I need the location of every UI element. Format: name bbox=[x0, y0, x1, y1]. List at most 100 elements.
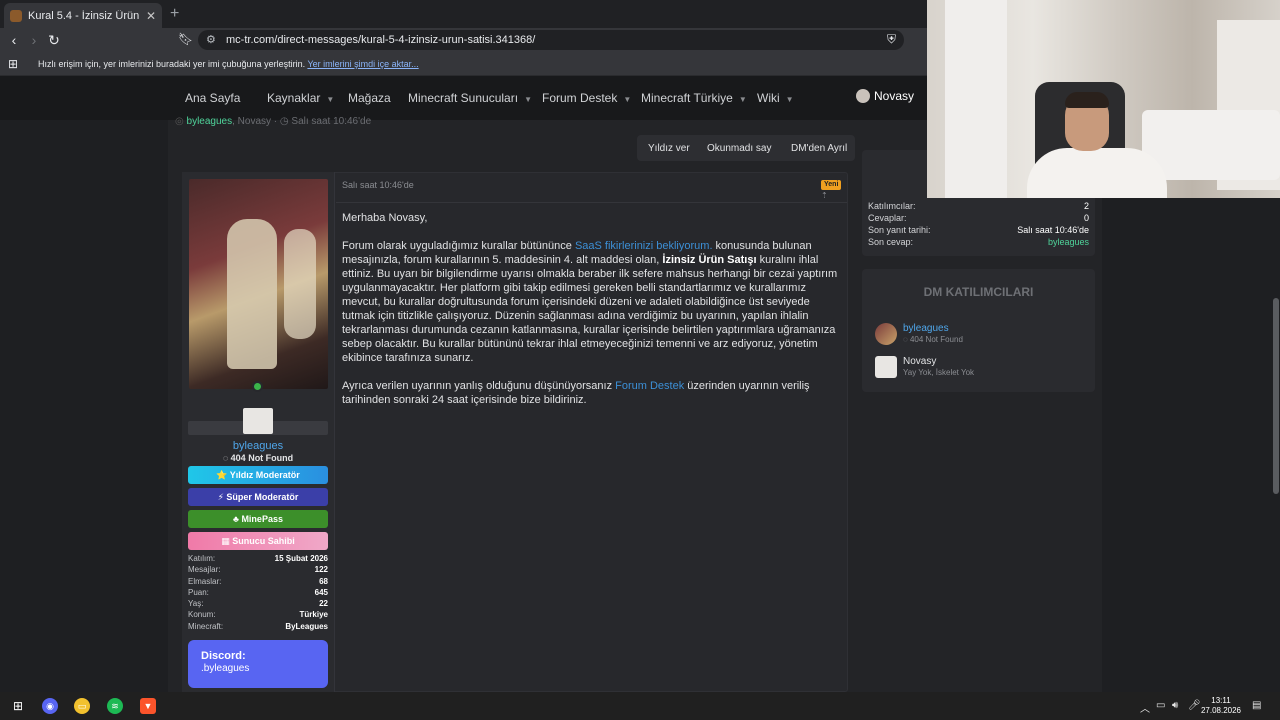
stat-key: Katılım: bbox=[188, 554, 216, 563]
page-scrollbar[interactable] bbox=[1272, 120, 1280, 692]
nav-forum-destek[interactable]: Forum Destek ▼ bbox=[542, 91, 631, 105]
windows-taskbar: ⊞ ◉ ▭ ≋ ▼ ︿ ▭ 🔊︎ 🎤︎ 13:11 27.08.2026 ▤ bbox=[0, 692, 1280, 720]
avatar bbox=[875, 323, 897, 345]
nav-wiki[interactable]: Wiki ▼ bbox=[757, 91, 794, 105]
paragraph-2: Ayrıca verilen uyarının yanlış olduğunu … bbox=[342, 379, 842, 407]
participant-item[interactable]: Novasy Yay Yok, İskelet Yok bbox=[875, 356, 974, 378]
stat-value: Türkiye bbox=[299, 610, 328, 620]
stat-value: 68 bbox=[319, 576, 328, 586]
participant-title: Yay Yok, İskelet Yok bbox=[903, 368, 975, 377]
thread-actions: Yıldız ver Okunmadı say DM'den Ayrıl bbox=[637, 135, 855, 161]
last-reply-user[interactable]: byleagues bbox=[1048, 237, 1089, 247]
forward-icon[interactable]: › bbox=[26, 32, 42, 48]
thread-meta-user[interactable]: byleagues bbox=[187, 116, 233, 127]
url-bar[interactable]: ⚙ mc-tr.com/direct-messages/kural-5-4-iz… bbox=[198, 30, 904, 50]
p2-text-a: Ayrıca verilen uyarının yanlış olduğunu … bbox=[342, 380, 616, 392]
import-bookmarks-link[interactable]: Yer imlerini şimdi içe aktar... bbox=[307, 59, 418, 69]
p1-text-c: kuralını ihlal ettiniz. Bu uyarı bir bil… bbox=[342, 254, 838, 364]
spinner-icon: ◌ bbox=[222, 453, 231, 463]
close-tab-icon[interactable]: ✕ bbox=[146, 9, 156, 23]
info-key: Son cevap: bbox=[868, 237, 914, 247]
brave-shield-icon[interactable]: ⛨ bbox=[887, 32, 896, 47]
nav-minecraft-turkiye-label: Minecraft Türkiye bbox=[641, 91, 733, 105]
stat-key: Minecraft: bbox=[188, 621, 224, 631]
bookmark-icon[interactable]: 🔖︎ bbox=[178, 32, 193, 46]
bookmarks-hint: Hızlı erişim için, yer imlerinizi burada… bbox=[38, 59, 419, 69]
tray-chevron-icon[interactable]: ︿ bbox=[1140, 700, 1150, 715]
stat-value: 22 bbox=[319, 599, 328, 609]
nav-magaza[interactable]: Mağaza bbox=[348, 91, 391, 105]
back-icon[interactable]: ‹ bbox=[6, 32, 22, 48]
stat-key: Konum: bbox=[188, 610, 216, 620]
info-value: 2 bbox=[1083, 201, 1089, 211]
system-clock[interactable]: 13:11 27.08.2026 bbox=[1196, 696, 1246, 716]
participant-name[interactable]: Novasy bbox=[903, 356, 974, 367]
info-key: Katılımcılar: bbox=[868, 201, 916, 211]
rule-name: İzinsiz Ürün Satışı bbox=[662, 254, 757, 266]
discord-icon[interactable]: ◉ bbox=[42, 698, 58, 714]
discord-card[interactable]: Discord: .byleagues bbox=[188, 640, 328, 688]
nav-ana-sayfa[interactable]: Ana Sayfa bbox=[185, 91, 240, 105]
stat-row: Minecraft: ByLeagues bbox=[188, 621, 328, 632]
avatar-figure bbox=[227, 219, 277, 369]
avatar bbox=[856, 89, 870, 103]
nav-forum-destek-label: Forum Destek bbox=[542, 91, 618, 105]
spotify-icon[interactable]: ≋ bbox=[107, 698, 123, 714]
chevron-down-icon: ▼ bbox=[785, 95, 794, 104]
participants-panel: DM KATILIMCILARI byleagues ◌ 404 Not Fou… bbox=[862, 269, 1095, 392]
brave-browser-icon[interactable]: ▼ bbox=[140, 698, 156, 714]
author-avatar[interactable] bbox=[189, 179, 328, 389]
site-settings-icon[interactable]: ⚙ bbox=[206, 33, 216, 46]
nav-kaynaklar[interactable]: Kaynaklar ▼ bbox=[267, 91, 334, 105]
clock-time: 13:11 bbox=[1211, 696, 1231, 705]
forum-destek-link[interactable]: Forum Destek bbox=[615, 380, 684, 392]
participants-title: DM KATILIMCILARI bbox=[923, 285, 1034, 299]
discord-handle: .byleagues bbox=[201, 663, 250, 674]
site-favicon-icon bbox=[10, 9, 22, 22]
online-status-icon bbox=[252, 381, 263, 392]
nav-minecraft-sunuculari[interactable]: Minecraft Sunucuları ▼ bbox=[408, 91, 532, 105]
nav-user-menu[interactable]: Novasy E bbox=[856, 89, 936, 103]
badge-yildiz-moderator: ⭐ Yıldız Moderatör bbox=[188, 466, 328, 484]
pin-icon[interactable]: ⇡ bbox=[821, 191, 828, 200]
participant-item[interactable]: byleagues ◌ 404 Not Found bbox=[875, 323, 963, 345]
tab-title: Kural 5.4 - İzinsiz Ürün Satışı | Tü bbox=[28, 9, 140, 22]
author-title-text: 404 Not Found bbox=[230, 453, 294, 463]
file-explorer-icon[interactable]: ▭ bbox=[74, 698, 90, 714]
windows-start-icon[interactable]: ⊞ bbox=[10, 698, 26, 714]
nav-sunucular-label: Minecraft Sunucuları bbox=[408, 91, 519, 105]
badge-minepass: ♣ MinePass bbox=[188, 510, 328, 528]
scrollbar-thumb[interactable] bbox=[1273, 298, 1279, 494]
participants-icon: ◎ bbox=[175, 116, 187, 127]
mark-unread-button[interactable]: Okunmadı say bbox=[707, 143, 771, 154]
new-tab-button[interactable]: + bbox=[170, 5, 179, 23]
info-key: Cevaplar: bbox=[868, 213, 907, 223]
volume-icon[interactable]: 🔊︎ bbox=[1172, 700, 1178, 711]
notifications-icon[interactable]: ▤ bbox=[1252, 700, 1261, 711]
info-value: 0 bbox=[1083, 213, 1089, 223]
reload-icon[interactable]: ↻ bbox=[46, 32, 62, 49]
browser-tab[interactable]: Kural 5.4 - İzinsiz Ürün Satışı | Tü ✕ bbox=[4, 3, 162, 28]
participant-name[interactable]: byleagues bbox=[903, 323, 963, 334]
stat-row: Katılım: 15 Şubat 2026 bbox=[188, 553, 328, 564]
post-time[interactable]: Salı saat 10:46'de bbox=[342, 180, 414, 190]
saas-thread-link[interactable]: SaaS fikirlerinizi bekliyorum. bbox=[575, 240, 713, 252]
author-name[interactable]: byleagues bbox=[188, 440, 328, 452]
url-text: mc-tr.com/direct-messages/kural-5-4-izin… bbox=[226, 34, 536, 46]
stat-value: ByLeagues bbox=[285, 621, 328, 631]
greeting: Merhaba Novasy, bbox=[342, 212, 428, 224]
stat-row: Puan: 645 bbox=[188, 587, 328, 598]
leave-dm-button[interactable]: DM'den Ayrıl bbox=[791, 143, 847, 154]
post-divider bbox=[336, 202, 847, 203]
network-icon[interactable]: ▭ bbox=[1156, 700, 1165, 711]
avatar-figure-2 bbox=[284, 229, 316, 339]
star-button[interactable]: Yıldız ver bbox=[648, 143, 690, 154]
new-badge: Yeni bbox=[821, 180, 842, 190]
message-body: Merhaba Novasy, Forum olarak uyguladığım… bbox=[342, 211, 842, 421]
paragraph-1: Forum olarak uyguladığımız kurallar bütü… bbox=[342, 239, 842, 365]
webcam-curtain bbox=[945, 0, 1007, 198]
stat-key: Elmaslar: bbox=[188, 576, 222, 586]
apps-grid-icon[interactable]: ⊞ bbox=[8, 57, 18, 71]
nav-minecraft-turkiye[interactable]: Minecraft Türkiye ▼ bbox=[641, 91, 747, 105]
webcam-overlay bbox=[927, 0, 1280, 198]
